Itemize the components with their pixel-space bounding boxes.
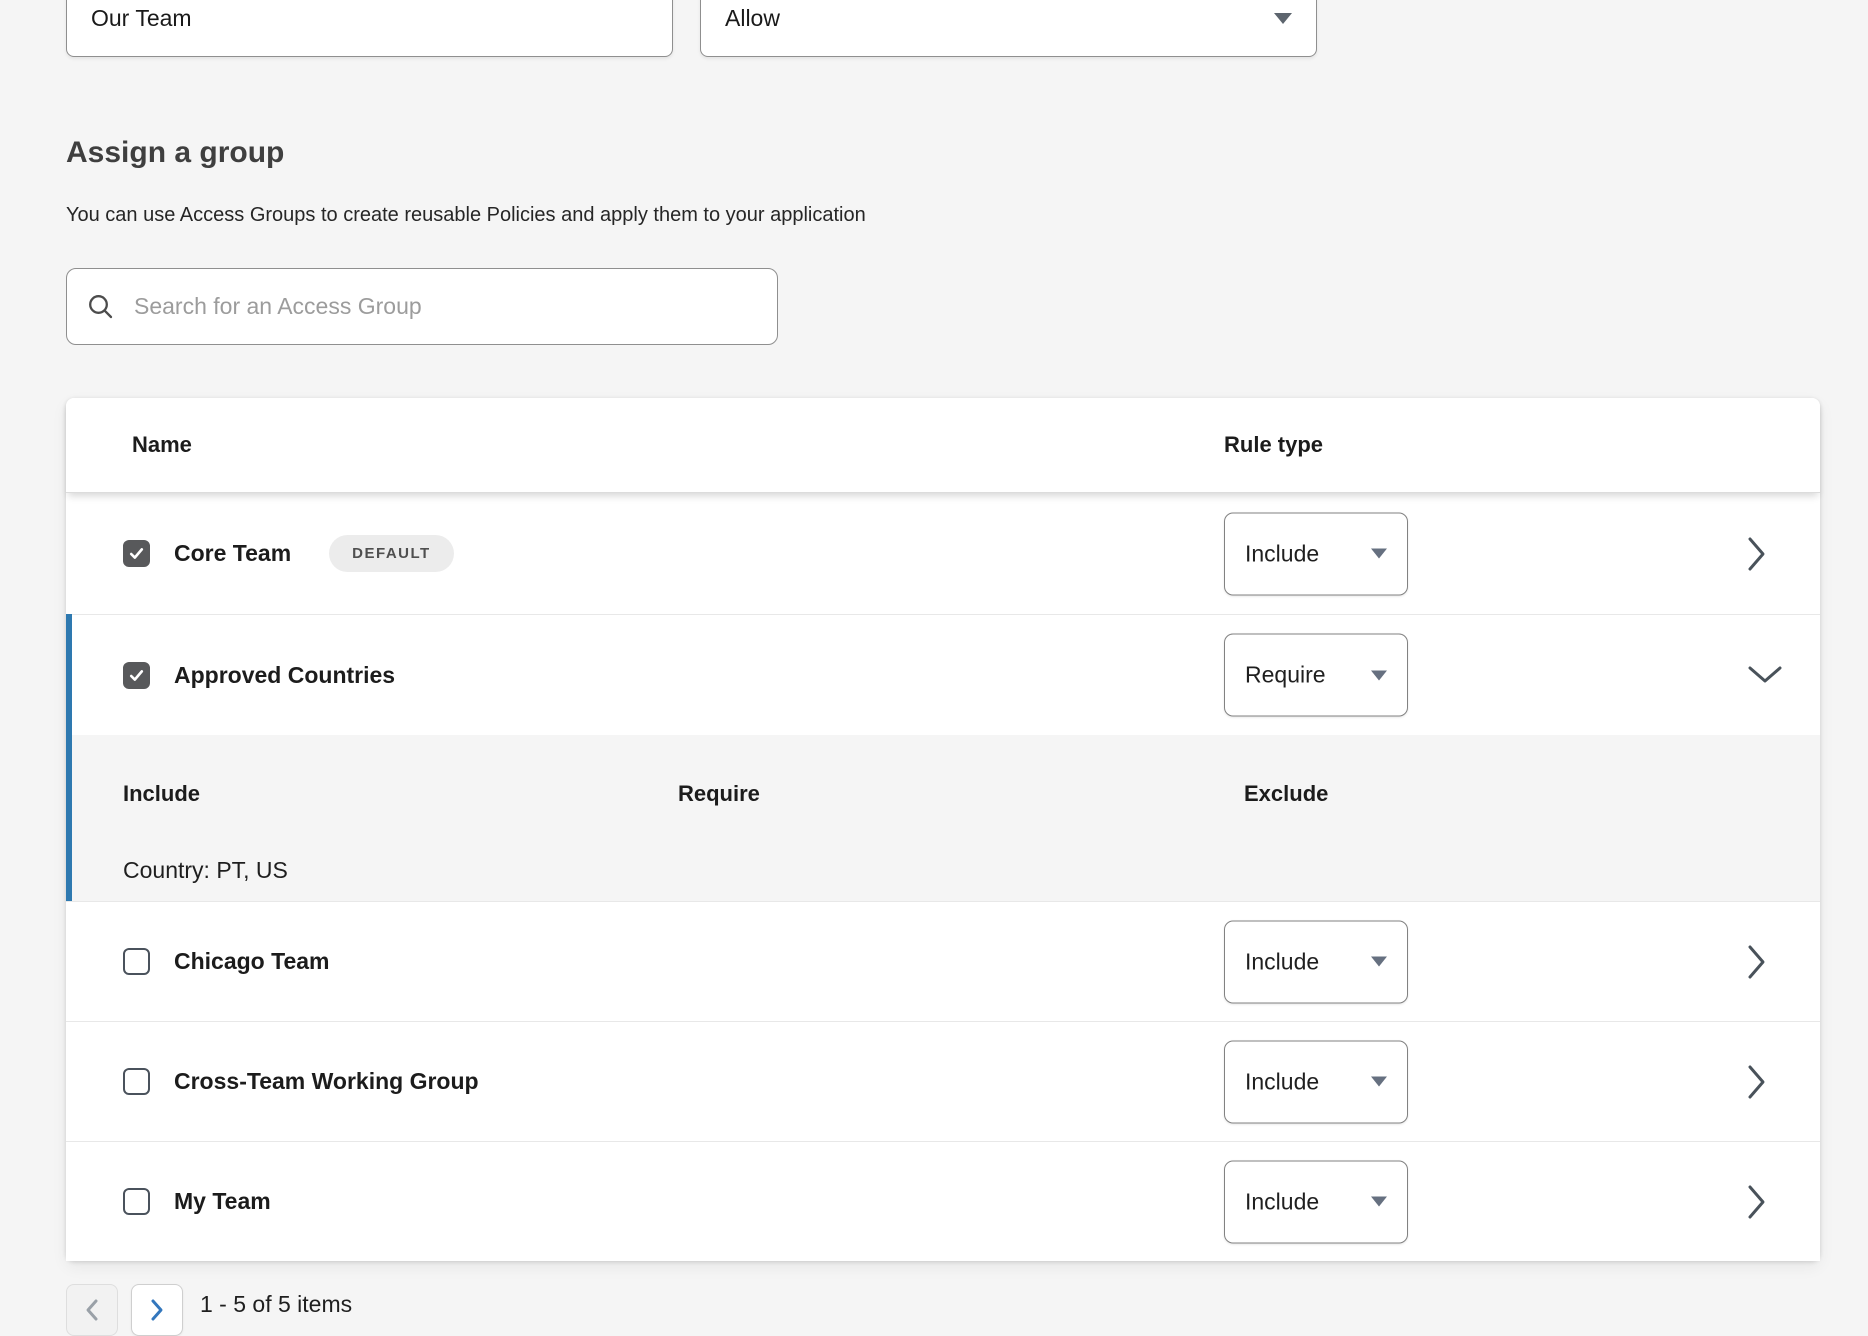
chevron-down-icon	[1371, 1077, 1387, 1087]
table-row-approved-countries[interactable]: Approved Countries Require	[72, 614, 1820, 735]
chevron-down-icon	[1371, 549, 1387, 559]
row-checkbox[interactable]	[123, 948, 150, 975]
chevron-down-icon	[1371, 957, 1387, 967]
action-value: Allow	[725, 5, 780, 32]
group-name: Core Team	[174, 540, 291, 567]
rule-type-value: Include	[1245, 540, 1319, 567]
table-row-cross-team-working-group[interactable]: Cross-Team Working Group Include	[66, 1021, 1820, 1141]
column-header-name: Name	[66, 432, 192, 458]
access-groups-table: Name Rule type Core Team DEFAULT Include	[66, 398, 1820, 1261]
search-input[interactable]	[132, 292, 757, 321]
rule-type-select[interactable]: Include	[1224, 920, 1408, 1003]
check-icon	[128, 545, 145, 562]
include-column-label: Include	[123, 781, 200, 807]
rule-type-value: Include	[1245, 948, 1319, 975]
row-checkbox[interactable]	[123, 1188, 150, 1215]
group-name: Chicago Team	[174, 948, 330, 975]
table-row-my-team[interactable]: My Team Include	[66, 1141, 1820, 1261]
chevron-right-icon[interactable]	[1746, 1063, 1768, 1101]
group-rule-details: Include Require Exclude Country: PT, US	[72, 735, 1820, 901]
chevron-down-icon	[1371, 1197, 1387, 1207]
default-badge: DEFAULT	[329, 535, 454, 572]
section-description: You can use Access Groups to create reus…	[66, 204, 866, 227]
search-icon	[87, 293, 114, 320]
chevron-right-icon[interactable]	[1746, 943, 1768, 981]
group-name: Approved Countries	[174, 662, 395, 689]
pagination-summary: 1 - 5 of 5 items	[200, 1291, 352, 1318]
chevron-right-icon[interactable]	[1746, 1183, 1768, 1221]
chevron-right-icon[interactable]	[1746, 535, 1768, 573]
table-header: Name Rule type	[66, 398, 1820, 493]
exclude-column-label: Exclude	[1244, 781, 1328, 807]
row-checkbox[interactable]	[123, 1068, 150, 1095]
access-group-search[interactable]	[66, 268, 778, 345]
table-row-chicago-team[interactable]: Chicago Team Include	[66, 901, 1820, 1021]
chevron-right-icon	[150, 1298, 164, 1322]
row-checkbox[interactable]	[123, 662, 150, 689]
row-checkbox[interactable]	[123, 540, 150, 567]
page-title: Assign a group	[66, 136, 284, 170]
table-row-core-team[interactable]: Core Team DEFAULT Include	[66, 493, 1820, 614]
rule-type-select[interactable]: Include	[1224, 512, 1408, 595]
rule-type-select[interactable]: Require	[1224, 634, 1408, 717]
rule-type-select[interactable]: Include	[1224, 1160, 1408, 1243]
rule-type-value: Include	[1245, 1188, 1319, 1215]
chevron-left-icon	[85, 1298, 99, 1322]
group-name: My Team	[174, 1188, 271, 1215]
rule-type-value: Include	[1245, 1068, 1319, 1095]
group-name: Cross-Team Working Group	[174, 1068, 479, 1095]
rule-type-select[interactable]: Include	[1224, 1040, 1408, 1123]
chevron-up-collapse-icon[interactable]	[1746, 664, 1784, 686]
pagination-previous-button	[66, 1284, 118, 1336]
policy-name-value: Our Team	[91, 5, 192, 32]
column-header-rule-type: Rule type	[1224, 432, 1323, 458]
table-row-group-approved-countries: Approved Countries Require Include Requi…	[66, 614, 1820, 901]
chevron-down-icon	[1371, 670, 1387, 680]
check-icon	[128, 667, 145, 684]
action-dropdown[interactable]: Allow	[700, 0, 1317, 57]
chevron-down-icon	[1274, 13, 1292, 24]
rule-type-value: Require	[1245, 662, 1326, 689]
pagination-next-button[interactable]	[131, 1284, 183, 1336]
include-rule-value: Country: PT, US	[123, 857, 288, 884]
policy-name-field[interactable]: Our Team	[66, 0, 673, 57]
require-column-label: Require	[678, 781, 760, 807]
